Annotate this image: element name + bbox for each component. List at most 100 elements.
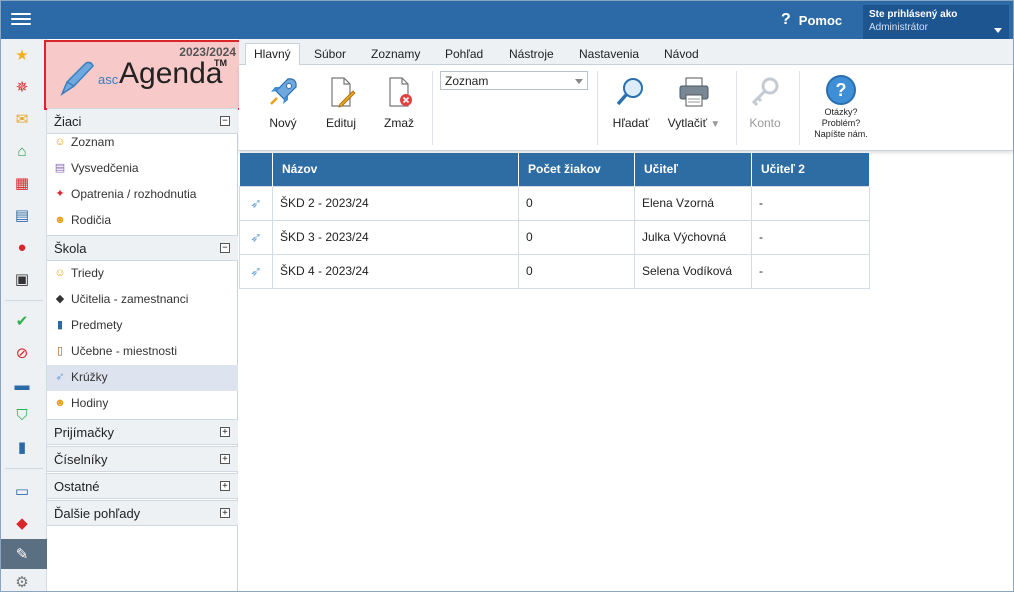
ribbon-divider: [597, 71, 598, 145]
group-label: Číselníky: [54, 452, 108, 467]
tree-item-zoznam[interactable]: ☺ Zoznam: [47, 130, 238, 156]
tab-pohlad[interactable]: Pohľad: [437, 44, 491, 65]
edit-button[interactable]: Edituj: [313, 75, 369, 130]
rail-divider: [5, 300, 43, 301]
ban-icon[interactable]: ⊘: [12, 343, 32, 363]
tree-group-skola[interactable]: Škola −: [47, 235, 238, 261]
collapse-icon[interactable]: −: [220, 243, 230, 253]
item-label: Opatrenia / rozhodnutia: [71, 187, 197, 201]
item-label: Predmety: [71, 318, 123, 332]
tree-group-ciselniky[interactable]: Číselníky +: [47, 446, 238, 472]
tree-group-ostatne[interactable]: Ostatné +: [47, 473, 238, 499]
collapse-icon[interactable]: −: [220, 116, 230, 126]
person-icon: ☺: [54, 136, 66, 148]
home-icon[interactable]: ⌂: [12, 141, 32, 161]
group-label: Ďalšie pohľady: [54, 506, 141, 521]
cell-count: 0: [518, 219, 635, 255]
contact-support-button[interactable]: ? Otázky? Problém? Napíšte nám.: [811, 75, 871, 140]
help-label: Pomoc: [798, 12, 843, 28]
tree-item-rodicia[interactable]: ☻ Rodičia: [47, 208, 238, 234]
tree-item-ucitelia[interactable]: ◆ Učitelia - zamestnanci: [47, 287, 238, 313]
cell-teacher: Selena Vodíková: [634, 253, 752, 289]
view-select[interactable]: Zoznam: [440, 71, 588, 90]
item-label: Zoznam: [71, 135, 115, 149]
support-line1: Otázky?: [824, 107, 858, 117]
column-header-ucitel[interactable]: Učiteľ: [634, 153, 752, 186]
tab-navod[interactable]: Návod: [656, 44, 707, 65]
rocket-icon: ➶: [250, 194, 262, 211]
delete-document-icon: [389, 77, 412, 107]
new-button[interactable]: Nový: [255, 75, 311, 130]
logo-trademark: TM: [214, 58, 227, 68]
tab-nastroje[interactable]: Nástroje: [501, 44, 562, 65]
expand-icon[interactable]: +: [220, 481, 230, 491]
report-card-icon: ▤: [54, 162, 66, 174]
menu-icon[interactable]: [9, 10, 33, 30]
tree-item-triedy[interactable]: ☺ Triedy: [47, 261, 238, 287]
expand-icon[interactable]: +: [220, 454, 230, 464]
tree-group-dalsie-pohlady[interactable]: Ďalšie pohľady +: [47, 500, 238, 526]
calendar-grid-icon[interactable]: ▦: [12, 173, 32, 193]
help-button[interactable]: ? Pomoc: [781, 11, 842, 29]
rocket-icon: ➶: [250, 228, 262, 245]
delete-label: Zmaž: [384, 116, 414, 130]
calendar-icon[interactable]: ▣: [12, 269, 32, 289]
tab-zoznamy[interactable]: Zoznamy: [363, 44, 428, 65]
column-header-nazov[interactable]: Názov: [272, 153, 519, 186]
open-book-icon[interactable]: ▭: [12, 481, 32, 501]
chat-icon[interactable]: ◆: [12, 513, 32, 533]
tree-item-kruzky[interactable]: ➶ Krúžky: [47, 365, 238, 391]
cell-teacher2: -: [751, 185, 870, 221]
expand-icon[interactable]: +: [220, 508, 230, 518]
tab-subor[interactable]: Súbor: [306, 44, 354, 65]
account-button[interactable]: Konto: [737, 75, 793, 130]
expand-icon[interactable]: +: [220, 427, 230, 437]
tree-item-ucebne[interactable]: ▯ Učebne - miestnosti: [47, 339, 238, 365]
class-icon: ☺: [54, 267, 66, 279]
mail-icon[interactable]: ✉: [12, 109, 32, 129]
delete-button[interactable]: Zmaž: [371, 75, 427, 130]
gear-icon[interactable]: ⚙: [12, 572, 32, 592]
bar-chart-icon[interactable]: ▮: [12, 437, 32, 457]
door-icon: ▯: [56, 345, 64, 357]
tree-item-predmety[interactable]: ▮ Predmety: [47, 313, 238, 339]
support-line2: Problém?: [821, 118, 861, 128]
cell-count: 0: [518, 185, 635, 221]
column-header-ucitel-2[interactable]: Učiteľ 2: [751, 153, 870, 186]
print-button[interactable]: Vytlačiť ▼: [661, 75, 727, 130]
magic-wand-icon[interactable]: ✵: [12, 77, 32, 97]
check-circle-icon[interactable]: ✔: [12, 311, 32, 331]
star-icon[interactable]: ★: [12, 45, 32, 65]
briefcase-icon[interactable]: ▬: [12, 375, 32, 395]
shield-icon[interactable]: ⛉: [12, 405, 32, 425]
table-row[interactable]: ➶ ŠKD 4 - 2023/24 0 Selena Vodíková -: [239, 253, 870, 289]
edit-label: Edituj: [325, 116, 357, 130]
search-button[interactable]: Hľadať: [603, 75, 659, 130]
notebook-icon[interactable]: ▤: [12, 205, 32, 225]
user-menu[interactable]: Ste prihlásený ako Administrátor: [863, 5, 1009, 39]
dropdown-arrow-icon[interactable]: ▼: [710, 119, 720, 130]
row-icon-cell: ➶: [239, 253, 273, 289]
parents-icon: ☻: [54, 214, 66, 226]
tab-nastavenia[interactable]: Nastavenia: [571, 44, 647, 65]
column-header-pocet-ziakov[interactable]: Počet žiakov: [518, 153, 635, 186]
item-label: Hodiny: [71, 396, 109, 410]
table-row[interactable]: ➶ ŠKD 3 - 2023/24 0 Julka Výchovná -: [239, 219, 870, 255]
table-row[interactable]: ➶ ŠKD 2 - 2023/24 0 Elena Vzorná -: [239, 185, 870, 221]
tree-item-hodiny[interactable]: ☻ Hodiny: [47, 391, 238, 417]
tab-hlavny[interactable]: Hlavný: [245, 43, 300, 66]
table-header-row: Názov Počet žiakov Učiteľ Učiteľ 2: [239, 153, 870, 186]
top-bar: ? Pomoc Ste prihlásený ako Administrátor: [1, 1, 1013, 39]
rocket-icon: ➶: [250, 262, 262, 279]
rocket-icon: ➶: [55, 371, 65, 383]
tree-group-prijimacky[interactable]: Prijímačky +: [47, 419, 238, 445]
user-name: Administrátor: [869, 22, 928, 33]
chevron-down-icon: [994, 28, 1002, 33]
tree-item-vysvedcenia[interactable]: ▤ Vysvedčenia: [47, 156, 238, 182]
group-label: Žiaci: [54, 114, 82, 129]
search-icon: [616, 78, 643, 106]
support-line3: Napíšte nám.: [814, 129, 868, 139]
tree-item-opatrenia[interactable]: ✦ Opatrenia / rozhodnutia: [47, 182, 238, 208]
app-logo: 2023/2024 asc Agenda TM: [44, 40, 244, 110]
user-circle-icon[interactable]: ●: [12, 237, 32, 257]
